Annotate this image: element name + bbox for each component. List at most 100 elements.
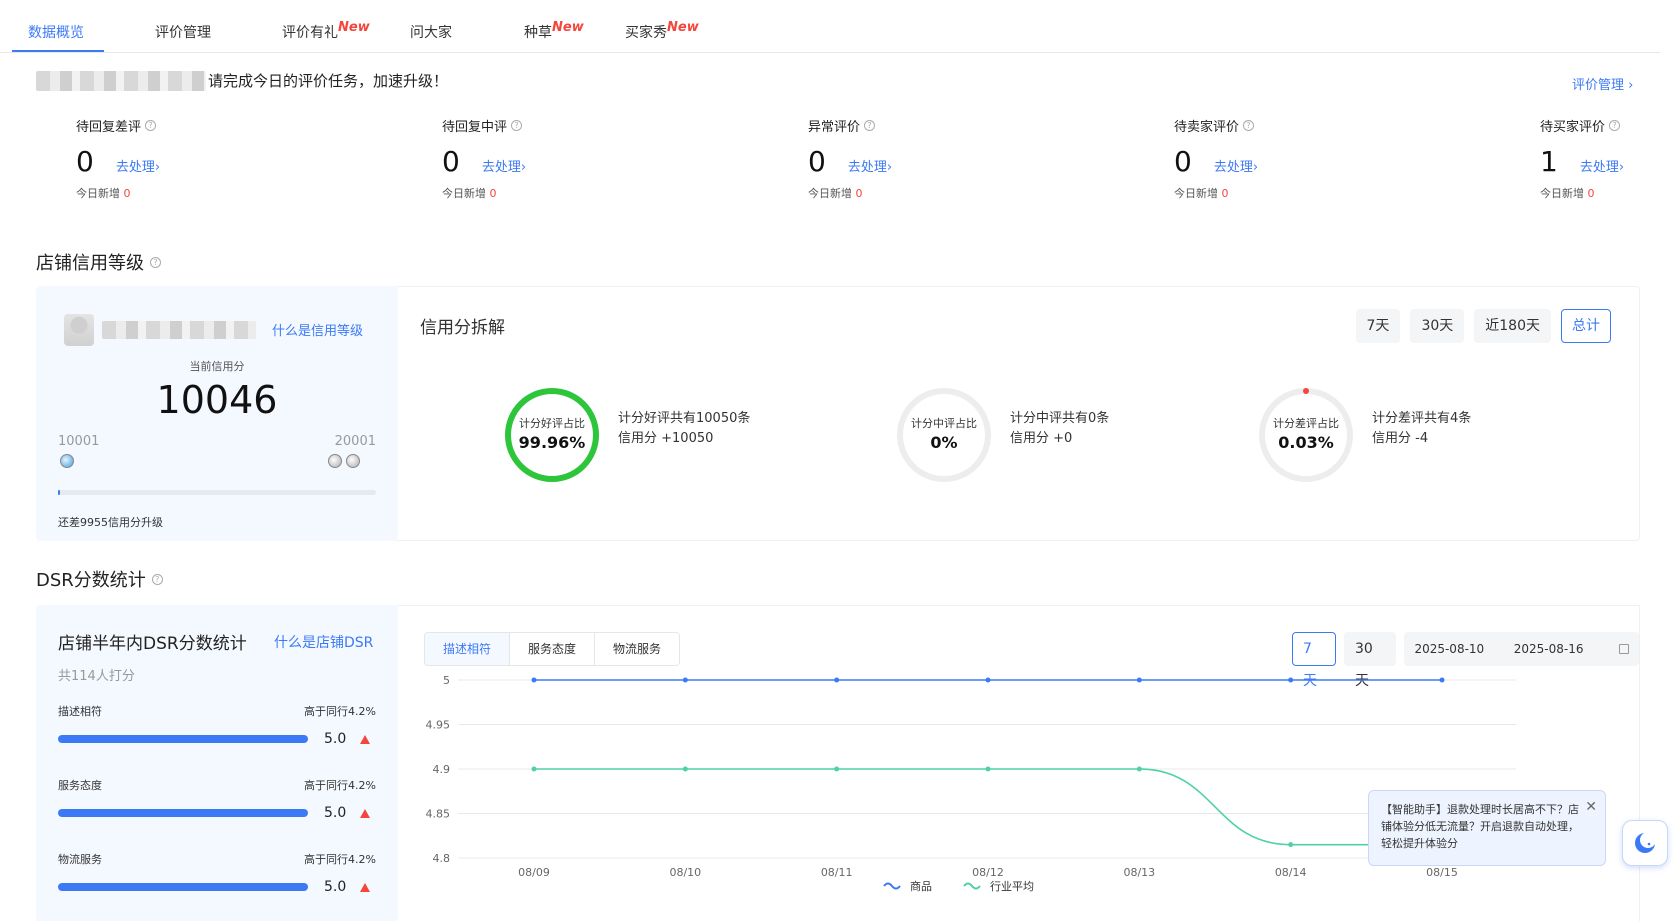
metric-tab-description[interactable]: 描述相符 (425, 633, 511, 665)
arrow-up-icon (360, 734, 370, 744)
diamond-level-icon (346, 454, 360, 468)
arrow-up-icon (360, 882, 370, 892)
credit-level-card: 什么是信用等级 当前信用分 10046 10001 20001 还差9955信用… (36, 286, 398, 541)
blurred-shop-name (36, 70, 206, 91)
diamond-level-icon (60, 454, 74, 468)
dsr-trend-card: 描述相符 服务态度 物流服务 7天 30天 2025-08-10 2025-08… (398, 605, 1640, 921)
tab-review-gift[interactable]: 评价有礼New (282, 20, 370, 42)
diamond-level-icon (328, 454, 342, 468)
ring-marker-dot (1303, 388, 1309, 394)
handle-link[interactable]: 去处理› (482, 156, 526, 175)
ring-desc-count: 计分中评共有0条 (1010, 411, 1110, 426)
close-icon[interactable]: ✕ (1585, 799, 1597, 816)
period-180d-button[interactable]: 近180天 (1474, 309, 1551, 343)
handle-link[interactable]: 去处理› (848, 156, 892, 175)
date-range-picker[interactable]: 2025-08-10 2025-08-16 (1404, 632, 1639, 666)
dsr-score-bar (58, 809, 308, 817)
stat-value: 1 (1540, 145, 1558, 178)
x-tick-label: 08/14 (1275, 866, 1307, 879)
current-credit-label: 当前信用分 (189, 360, 245, 373)
blurred-shop-name (102, 321, 256, 339)
help-icon[interactable]: ? (150, 256, 161, 268)
ring-value: 0.03% (1278, 433, 1334, 452)
dsr-row-name: 物流服务 (58, 853, 102, 866)
tab-data-overview[interactable]: 数据概览 (28, 22, 84, 42)
tab-buyer-show[interactable]: 买家秀New (625, 20, 699, 42)
what-is-dsr-link[interactable]: 什么是店铺DSR (274, 632, 373, 652)
period-7d-button[interactable]: 7天 (1292, 632, 1336, 689)
stat-sub-label: 今日新增 (76, 187, 120, 200)
period-30d-button[interactable]: 30天 (1343, 632, 1397, 689)
assistant-button[interactable] (1622, 820, 1668, 866)
metric-tab-service[interactable]: 服务态度 (510, 633, 596, 665)
tab-label: 问大家 (410, 25, 452, 41)
section-title-text: DSR分数统计 (36, 570, 146, 591)
x-tick-label: 08/10 (669, 866, 701, 879)
ring-desc-score: 信用分 -4 (1372, 431, 1429, 446)
tab-seeding[interactable]: 种草New (524, 20, 584, 42)
dsr-metric-tabs: 描述相符 服务态度 物流服务 (424, 632, 681, 666)
x-tick-label: 08/13 (1123, 866, 1155, 879)
assistant-tip: 【智能助手】退款处理时长居高不下？店铺体验分低无流量？开启退款自动处理，轻松提升… (1368, 790, 1606, 866)
handle-link[interactable]: 去处理› (1580, 156, 1624, 175)
ring-desc-count: 计分差评共有4条 (1372, 411, 1472, 426)
y-tick-label: 4.95 (426, 719, 451, 732)
stat-sub-value: 0 (489, 187, 497, 200)
current-credit-score: 10046 (156, 378, 278, 422)
stat-title: 异常评价 (808, 120, 861, 135)
x-tick-label: 08/15 (1426, 866, 1458, 879)
ring-value: 0% (930, 433, 958, 452)
task-notice: 请完成今日的评价任务，加速升级！ (36, 70, 448, 91)
stat-pending-buyer: 待买家评价? 1 去处理› 今日新增 0 (1540, 116, 1670, 201)
series-point (834, 766, 840, 772)
dsr-row-score: 5.0 (324, 731, 347, 747)
legend-label: 行业平均 (990, 880, 1034, 893)
help-icon[interactable]: ? (864, 120, 876, 131)
help-icon[interactable]: ? (1609, 120, 1621, 131)
help-icon[interactable]: ? (511, 120, 523, 131)
stat-sub-label: 今日新增 (1174, 187, 1218, 200)
handle-link[interactable]: 去处理› (116, 156, 160, 175)
negative-ratio-block: 计分差评占比 0.03% 计分差评共有4条 信用分 -4 (1256, 385, 1471, 485)
new-badge: New (338, 20, 370, 35)
help-icon[interactable]: ? (1243, 120, 1255, 131)
series-point (1136, 677, 1142, 683)
ring-desc-count: 计分好评共有10050条 (618, 411, 751, 426)
ring-label: 计分中评占比 (911, 417, 977, 430)
handle-link[interactable]: 去处理› (1214, 156, 1258, 175)
series-point (985, 677, 991, 683)
tab-label: 数据概览 (28, 25, 84, 41)
help-icon[interactable]: ? (151, 573, 163, 585)
period-7d-button[interactable]: 7天 (1355, 309, 1401, 343)
y-tick-label: 4.9 (433, 763, 451, 776)
dsr-row-compare: 高于同行4.2% (304, 853, 376, 866)
legend-label: 商品 (910, 879, 932, 893)
period-30d-button[interactable]: 30天 (1410, 309, 1465, 343)
notice-text: 请完成今日的评价任务，加速升级！ (208, 72, 449, 90)
help-icon[interactable]: ? (145, 120, 157, 131)
dsr-score-bar (58, 735, 308, 743)
ring-label: 计分差评占比 (1273, 417, 1339, 430)
stat-sub-value: 0 (1221, 187, 1229, 200)
neutral-ratio-block: 计分中评占比 0% 计分中评共有0条 信用分 +0 (894, 385, 1109, 485)
series-point (531, 677, 537, 683)
dsr-summary-card: 店铺半年内DSR分数统计 什么是店铺DSR 共114人打分 描述相符 高于同行4.… (36, 605, 398, 921)
assistant-tip-text: 【智能助手】退款处理时长居高不下？店铺体验分低无流量？开启退款自动处理，轻松提升… (1381, 803, 1579, 850)
tab-ask-everyone[interactable]: 问大家 (410, 22, 452, 42)
metric-tab-logistics[interactable]: 物流服务 (595, 633, 680, 665)
series-point (531, 766, 537, 772)
what-is-credit-link[interactable]: 什么是信用等级 (272, 320, 363, 339)
stat-abnormal: 异常评价? 0 去处理› 今日新增 0 (808, 116, 1068, 201)
tab-review-management[interactable]: 评价管理 (155, 22, 211, 42)
period-total-button[interactable]: 总计 (1561, 309, 1611, 343)
review-management-link[interactable]: 评价管理 › (1572, 74, 1633, 93)
negative-ratio-ring: 计分差评占比 0.03% (1256, 385, 1356, 485)
ring-label: 计分好评占比 (519, 417, 585, 430)
dsr-score-bar (58, 883, 308, 891)
credit-progress-fill (58, 490, 60, 495)
remaining-credit-text: 还差9955信用分升级 (58, 516, 163, 529)
legend-swatch (963, 882, 981, 890)
stat-pending-neutral: 待回复中评? 0 去处理› 今日新增 0 (442, 116, 702, 201)
positive-ratio-ring: 计分好评占比 99.96% (502, 385, 602, 485)
x-tick-label: 08/12 (972, 866, 1004, 879)
